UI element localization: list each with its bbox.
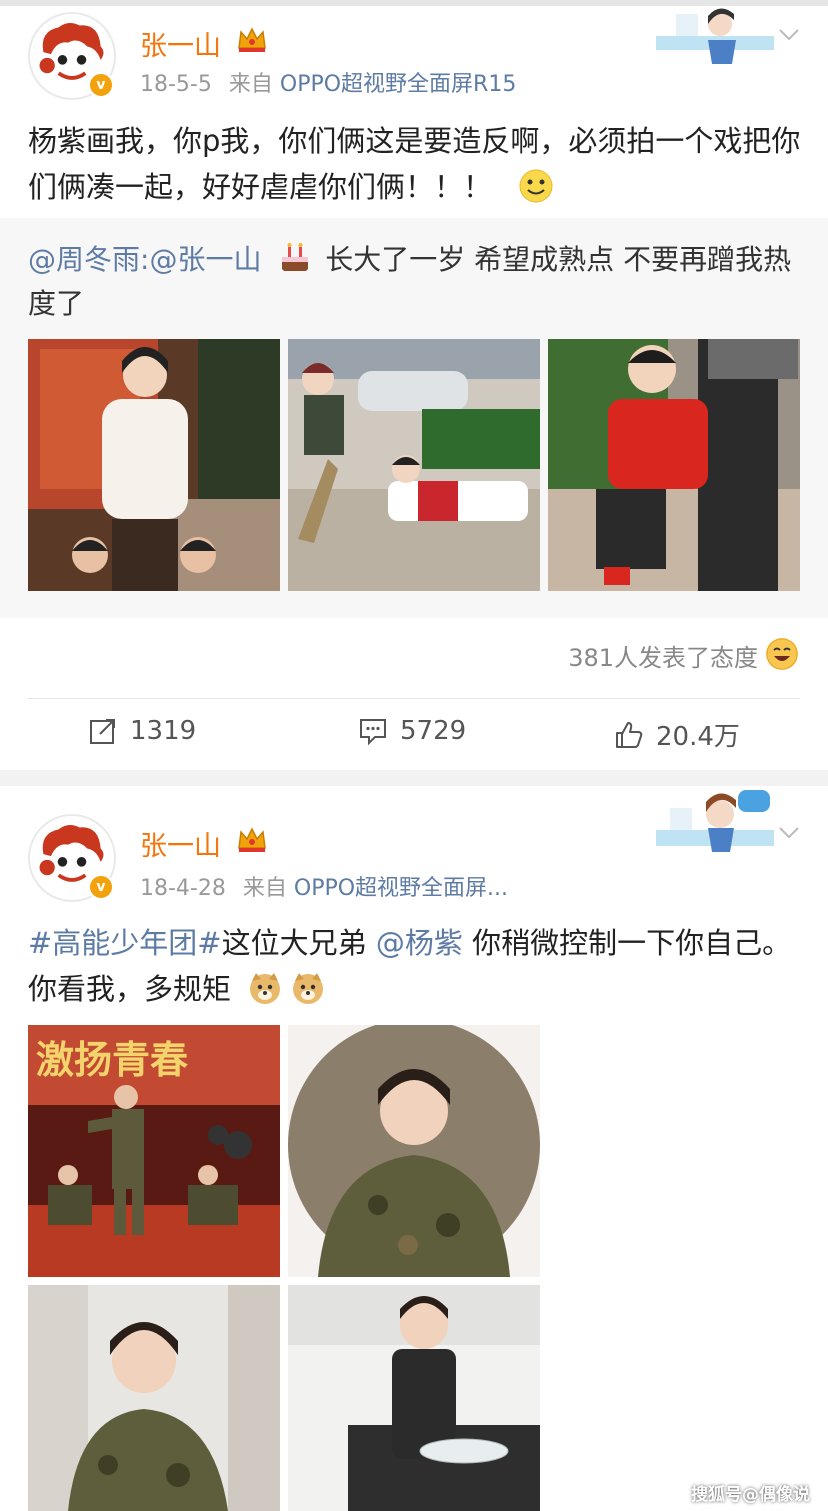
post-text: 杨紫画我，你p我，你们俩这是要造反啊，必须拍一个戏把你们俩凑一起，好好虐虐你们俩… (28, 118, 808, 210)
card-decoration-icon (656, 790, 774, 852)
repost-text: @周冬雨:@张一山 长大了一岁 希望成熟点 不要再蹭我热度了 (28, 238, 804, 326)
comment-count: 5729 (400, 716, 467, 746)
source-device[interactable]: OPPO超视野全面屏R15 (280, 72, 516, 97)
repost-block[interactable]: @周冬雨:@张一山 长大了一岁 希望成熟点 不要再蹭我热度了 (0, 218, 828, 618)
comment-icon (360, 719, 386, 746)
source-prefix: 来自 (242, 876, 287, 901)
like-count: 20.4万 (656, 722, 740, 752)
post-image-4[interactable] (288, 1285, 540, 1511)
smile-emoji-icon (519, 169, 553, 203)
doge-emoji-icon (250, 973, 281, 1004)
post-image-1[interactable]: 激扬青春 (28, 1025, 280, 1277)
repost-button[interactable]: 1319 (88, 716, 196, 746)
post-card-1: v 张一山 18-5-5 来自 OPPO超视野全面屏R15 杨紫画我，你p我，你… (0, 6, 828, 218)
cake-emoji-icon (282, 243, 309, 271)
author-name[interactable]: 张一山 (140, 824, 221, 863)
mention-link[interactable]: @杨紫 (376, 926, 463, 960)
doge-emoji-icon (293, 973, 324, 1004)
card-decoration-icon (656, 8, 774, 64)
verified-badge: v (88, 874, 114, 900)
laugh-emoji-icon (766, 638, 798, 670)
image-caption: 激扬青春 (36, 1038, 188, 1082)
post-text: #高能少年团#这位大兄弟 @杨紫 你稍微控制一下你自己。你看我，多规矩 (28, 920, 808, 1012)
post-text-body: 杨紫画我，你p我，你们俩这是要造反啊，必须拍一个戏把你们俩凑一起，好好虐虐你们俩… (28, 124, 801, 204)
crown-icon (238, 827, 266, 852)
repost-icon (90, 719, 115, 744)
post-meta: 18-5-5 来自 OPPO超视野全面屏R15 (140, 66, 516, 98)
repost-count: 1319 (130, 716, 197, 746)
post-1-footer: 381人发表了态度 1319 5729 20.4万 (0, 618, 828, 770)
repost-image-2[interactable] (288, 339, 540, 591)
post-date: 18-4-28 (140, 876, 226, 901)
comment-button[interactable]: 5729 (358, 716, 466, 746)
post-separator (0, 770, 828, 786)
post-date: 18-5-5 (140, 72, 212, 97)
source-device[interactable]: OPPO超视野全面屏... (294, 876, 508, 901)
attitude-count[interactable]: 381人发表了态度 (568, 638, 758, 673)
footer-divider (28, 698, 800, 699)
verified-badge: v (88, 72, 114, 98)
post-meta: 18-4-28 来自 OPPO超视野全面屏... (140, 870, 508, 902)
author-name[interactable]: 张一山 (140, 24, 221, 63)
like-icon (616, 721, 643, 748)
post-image-3[interactable] (28, 1285, 280, 1511)
watermark: 搜狐号@偶像说 (691, 1485, 810, 1505)
hashtag-link[interactable]: #高能少年团# (28, 926, 222, 960)
chevron-down-icon[interactable] (778, 28, 800, 42)
repost-mention-author[interactable]: @周冬雨 (28, 243, 140, 276)
crown-icon (238, 27, 266, 52)
repost-image-1[interactable] (28, 339, 280, 591)
repost-image-3[interactable] (548, 339, 800, 591)
chevron-down-icon[interactable] (778, 826, 800, 840)
post-text-part1: 这位大兄弟 (221, 926, 367, 960)
post-image-2[interactable] (288, 1025, 540, 1277)
like-button[interactable]: 20.4万 (614, 716, 740, 753)
repost-mention-2[interactable]: @张一山 (149, 243, 261, 276)
post-card-2: v 张一山 18-4-28 来自 OPPO超视野全面屏... #高能少年团#这位… (0, 786, 828, 1511)
source-prefix: 来自 (228, 72, 273, 97)
